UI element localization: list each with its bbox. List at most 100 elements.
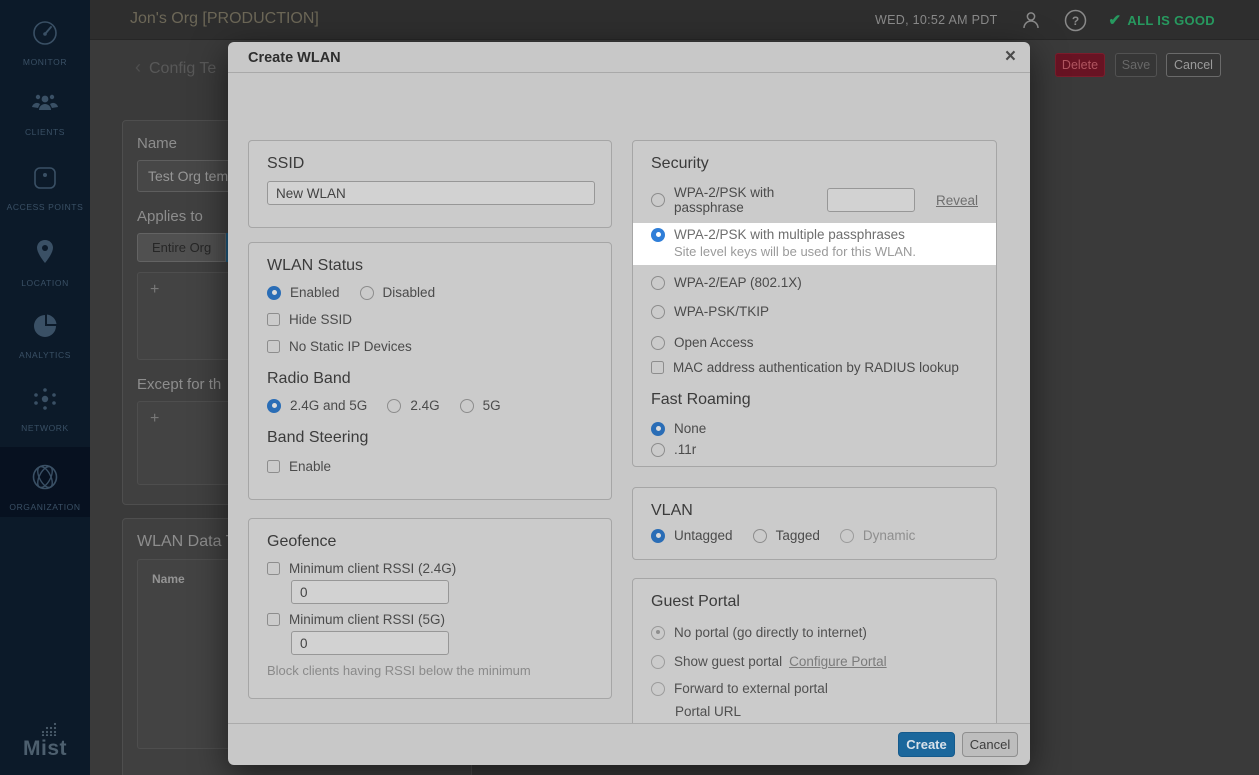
fast-roaming-11r-option[interactable]: .11r — [651, 442, 978, 457]
no-static-ip-option[interactable]: No Static IP Devices — [267, 339, 593, 354]
radio-band-title: Radio Band — [267, 370, 593, 388]
radio-icon[interactable] — [460, 399, 474, 413]
radio-disabled-selected-icon[interactable] — [651, 626, 665, 640]
checkbox-icon[interactable] — [651, 361, 664, 374]
globe-icon — [29, 461, 61, 493]
vlan-tagged-option[interactable]: Tagged — [753, 528, 820, 543]
vlan-untagged-label: Untagged — [674, 528, 733, 543]
gauge-icon — [30, 18, 60, 48]
sidebar-item-network[interactable]: NETWORK — [0, 384, 90, 436]
checkbox-icon[interactable] — [267, 313, 280, 326]
psk-multiple-option[interactable]: WPA-2/PSK with multiple passphrases — [651, 227, 978, 242]
no-portal-option[interactable]: No portal (go directly to internet) — [651, 625, 978, 640]
radio-selected-icon[interactable] — [651, 422, 665, 436]
checkbox-icon[interactable] — [267, 340, 280, 353]
save-button[interactable]: Save — [1115, 53, 1157, 77]
entire-org-toggle[interactable]: Entire Org — [137, 233, 226, 262]
rssi-5g-input[interactable] — [291, 631, 449, 655]
rssi-5g-option[interactable]: Minimum client RSSI (5G) — [267, 612, 593, 627]
geofence-title: Geofence — [267, 533, 593, 551]
topbar: Jon's Org [PRODUCTION] WED, 10:52 AM PDT… — [90, 0, 1259, 40]
radio-icon[interactable] — [651, 443, 665, 457]
radio-icon[interactable] — [651, 276, 665, 290]
show-portal-option[interactable]: Show guest portal Configure Portal — [651, 654, 978, 669]
tkip-option[interactable]: WPA-PSK/TKIP — [651, 304, 978, 319]
status-enabled-option[interactable]: Enabled — [267, 285, 340, 300]
tkip-label: WPA-PSK/TKIP — [674, 304, 769, 319]
fast-roaming-none-label: None — [674, 421, 706, 436]
fast-roaming-11r-label: .11r — [674, 442, 696, 457]
forward-portal-option[interactable]: Forward to external portal — [651, 681, 978, 696]
close-icon[interactable]: × — [1005, 46, 1016, 68]
sidebar-item-organization[interactable]: ORGANIZATION — [0, 447, 90, 517]
sidebar-item-analytics[interactable]: ANALYTICS — [0, 311, 90, 363]
status-badge[interactable]: ✔ ALL IS GOOD — [1109, 11, 1215, 29]
rssi-24g-option[interactable]: Minimum client RSSI (2.4G) — [267, 561, 593, 576]
fast-roaming-title: Fast Roaming — [651, 391, 978, 409]
eap-option[interactable]: WPA-2/EAP (802.1X) — [651, 275, 978, 290]
no-portal-label: No portal (go directly to internet) — [674, 625, 867, 640]
checkbox-icon[interactable] — [267, 460, 280, 473]
breadcrumb[interactable]: ‹Config Te — [135, 57, 216, 78]
band-24g-label: 2.4G — [410, 398, 439, 413]
configure-portal-link[interactable]: Configure Portal — [789, 654, 887, 669]
vlan-dynamic-option[interactable]: Dynamic — [840, 528, 916, 543]
band-both-label: 2.4G and 5G — [290, 398, 367, 413]
vlan-untagged-option[interactable]: Untagged — [651, 528, 733, 543]
sidebar-item-monitor[interactable]: MONITOR — [0, 18, 90, 70]
modal-cancel-button[interactable]: Cancel — [962, 732, 1018, 757]
sidebar-item-clients[interactable]: CLIENTS — [0, 90, 90, 140]
radio-icon[interactable] — [651, 193, 665, 207]
help-icon[interactable]: ? — [1064, 9, 1087, 32]
radio-icon[interactable] — [651, 305, 665, 319]
plus-icon[interactable]: + — [150, 410, 159, 427]
mist-logo-text: Mist — [23, 737, 67, 760]
band-5g-option[interactable]: 5G — [460, 398, 501, 413]
radio-icon[interactable] — [360, 286, 374, 300]
reveal-link[interactable]: Reveal — [936, 193, 978, 208]
create-wlan-modal: Create WLAN × SSID WLAN Status Enabled D… — [228, 42, 1030, 765]
open-access-option[interactable]: Open Access — [651, 335, 978, 350]
band-both-option[interactable]: 2.4G and 5G — [267, 398, 367, 413]
checkbox-icon[interactable] — [267, 613, 280, 626]
table-header-name: Name — [152, 572, 232, 586]
plus-icon[interactable]: + — [150, 281, 159, 298]
page-cancel-button[interactable]: Cancel — [1166, 53, 1221, 77]
vlan-tagged-label: Tagged — [776, 528, 820, 543]
ssid-section: SSID — [248, 140, 612, 228]
rssi-5g-label: Minimum client RSSI (5G) — [289, 612, 445, 627]
radio-icon[interactable] — [651, 655, 665, 669]
sidebar-item-location[interactable]: LOCATION — [0, 237, 90, 291]
band-24g-option[interactable]: 2.4G — [387, 398, 439, 413]
mac-auth-label: MAC address authentication by RADIUS loo… — [673, 360, 959, 375]
ssid-input[interactable] — [267, 181, 595, 205]
user-icon[interactable] — [1020, 9, 1042, 31]
radio-selected-icon[interactable] — [651, 529, 665, 543]
radio-icon[interactable] — [387, 399, 401, 413]
radio-selected-icon[interactable] — [651, 228, 665, 242]
radio-icon[interactable] — [651, 336, 665, 350]
hide-ssid-option[interactable]: Hide SSID — [267, 312, 593, 327]
radio-selected-icon[interactable] — [267, 286, 281, 300]
status-disabled-option[interactable]: Disabled — [360, 285, 436, 300]
passphrase-input[interactable] — [827, 188, 915, 212]
forward-portal-label: Forward to external portal — [674, 681, 828, 696]
radio-icon[interactable] — [753, 529, 767, 543]
check-icon: ✔ — [1109, 11, 1122, 29]
psk-passphrase-option[interactable]: WPA-2/PSK with passphrase Reveal — [651, 185, 978, 215]
create-button[interactable]: Create — [898, 732, 955, 757]
radio-selected-icon[interactable] — [267, 399, 281, 413]
band-steering-enable-option[interactable]: Enable — [267, 459, 593, 474]
psk-multiple-highlight: WPA-2/PSK with multiple passphrases Site… — [633, 223, 996, 265]
checkbox-icon[interactable] — [267, 562, 280, 575]
radio-icon[interactable] — [651, 682, 665, 696]
sidebar-item-access-points[interactable]: ACCESS POINTS — [0, 163, 90, 215]
mac-auth-option[interactable]: MAC address authentication by RADIUS loo… — [651, 360, 978, 375]
band-5g-label: 5G — [483, 398, 501, 413]
mist-dots-icon — [32, 722, 58, 736]
disabled-label: Disabled — [383, 285, 436, 300]
delete-button[interactable]: Delete — [1055, 53, 1105, 77]
rssi-24g-input[interactable] — [291, 580, 449, 604]
fast-roaming-none-option[interactable]: None — [651, 421, 978, 436]
radio-icon[interactable] — [840, 529, 854, 543]
